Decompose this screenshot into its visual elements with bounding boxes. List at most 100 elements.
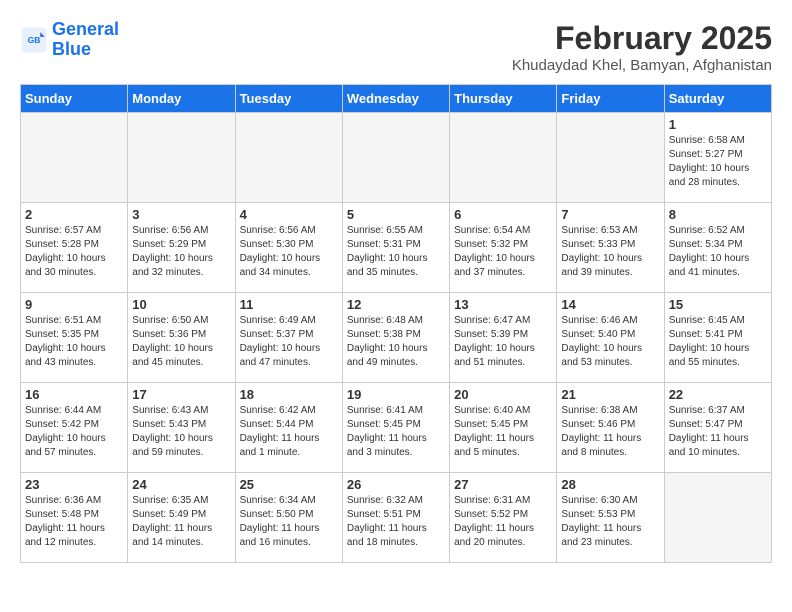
day-info: Sunrise: 6:45 AM Sunset: 5:41 PM Dayligh… [669, 314, 767, 370]
calendar-cell [664, 473, 771, 563]
calendar-header-row: SundayMondayTuesdayWednesdayThursdayFrid… [21, 85, 772, 113]
day-number: 28 [561, 477, 659, 492]
calendar-cell: 13 Sunrise: 6:47 AM Sunset: 5:39 PM Dayli… [450, 293, 557, 383]
day-number: 15 [669, 297, 767, 312]
day-number: 3 [132, 207, 230, 222]
calendar-cell: 11 Sunrise: 6:49 AM Sunset: 5:37 PM Dayli… [235, 293, 342, 383]
day-info: Sunrise: 6:55 AM Sunset: 5:31 PM Dayligh… [347, 224, 445, 280]
calendar-cell: 5 Sunrise: 6:55 AM Sunset: 5:31 PM Daylig… [342, 203, 449, 293]
weekday-header: Sunday [21, 85, 128, 113]
day-number: 4 [240, 207, 338, 222]
calendar-cell: 24 Sunrise: 6:35 AM Sunset: 5:49 PM Dayli… [128, 473, 235, 563]
calendar-cell: 15 Sunrise: 6:45 AM Sunset: 5:41 PM Dayli… [664, 293, 771, 383]
day-number: 20 [454, 387, 552, 402]
calendar-cell [342, 113, 449, 203]
day-number: 26 [347, 477, 445, 492]
calendar-week-row: 16Sunrise: 6:44 AM Sunset: 5:42 PM Dayli… [21, 383, 772, 473]
calendar-cell: 8 Sunrise: 6:52 AM Sunset: 5:34 PM Daylig… [664, 203, 771, 293]
calendar-cell: 28Sunrise: 6:30 AM Sunset: 5:53 PM Dayli… [557, 473, 664, 563]
calendar-cell: 9 Sunrise: 6:51 AM Sunset: 5:35 PM Daylig… [21, 293, 128, 383]
calendar-cell: 3Sunrise: 6:56 AM Sunset: 5:29 PM Daylig… [128, 203, 235, 293]
calendar-week-row: 2 Sunrise: 6:57 AM Sunset: 5:28 PM Daylig… [21, 203, 772, 293]
day-info: Sunrise: 6:57 AM Sunset: 5:28 PM Dayligh… [25, 224, 123, 280]
calendar-cell: 18Sunrise: 6:42 AM Sunset: 5:44 PM Dayli… [235, 383, 342, 473]
day-number: 19 [347, 387, 445, 402]
weekday-header: Tuesday [235, 85, 342, 113]
logo-line1: General [52, 19, 119, 39]
day-number: 25 [240, 477, 338, 492]
day-info: Sunrise: 6:47 AM Sunset: 5:39 PM Dayligh… [454, 314, 552, 370]
weekday-header: Thursday [450, 85, 557, 113]
day-number: 13 [454, 297, 552, 312]
day-number: 2 [25, 207, 123, 222]
calendar-cell [450, 113, 557, 203]
weekday-header: Saturday [664, 85, 771, 113]
day-info: Sunrise: 6:56 AM Sunset: 5:30 PM Dayligh… [240, 224, 338, 280]
day-info: Sunrise: 6:36 AM Sunset: 5:48 PM Dayligh… [25, 494, 123, 550]
calendar-cell [128, 113, 235, 203]
title-block: February 2025 Khudaydad Khel, Bamyan, Af… [512, 20, 772, 74]
day-number: 11 [240, 297, 338, 312]
logo-line2: Blue [52, 39, 91, 59]
day-number: 23 [25, 477, 123, 492]
day-info: Sunrise: 6:38 AM Sunset: 5:46 PM Dayligh… [561, 404, 659, 460]
calendar-cell: 21 Sunrise: 6:38 AM Sunset: 5:46 PM Dayli… [557, 383, 664, 473]
calendar-table: SundayMondayTuesdayWednesdayThursdayFrid… [20, 84, 772, 563]
day-number: 8 [669, 207, 767, 222]
calendar-cell: 20 Sunrise: 6:40 AM Sunset: 5:45 PM Dayli… [450, 383, 557, 473]
day-number: 22 [669, 387, 767, 402]
month-year: February 2025 [512, 20, 772, 57]
day-number: 21 [561, 387, 659, 402]
day-info: Sunrise: 6:35 AM Sunset: 5:49 PM Dayligh… [132, 494, 230, 550]
day-number: 24 [132, 477, 230, 492]
calendar-cell: 16Sunrise: 6:44 AM Sunset: 5:42 PM Dayli… [21, 383, 128, 473]
calendar-cell [235, 113, 342, 203]
svg-text:GB: GB [28, 35, 41, 45]
day-info: Sunrise: 6:43 AM Sunset: 5:43 PM Dayligh… [132, 404, 230, 460]
day-number: 14 [561, 297, 659, 312]
calendar-cell: 6Sunrise: 6:54 AM Sunset: 5:32 PM Daylig… [450, 203, 557, 293]
day-number: 18 [240, 387, 338, 402]
day-number: 27 [454, 477, 552, 492]
calendar-body: 1Sunrise: 6:58 AM Sunset: 5:27 PM Daylig… [21, 113, 772, 563]
calendar-cell [21, 113, 128, 203]
calendar-week-row: 9 Sunrise: 6:51 AM Sunset: 5:35 PM Daylig… [21, 293, 772, 383]
day-number: 10 [132, 297, 230, 312]
calendar-cell: 12 Sunrise: 6:48 AM Sunset: 5:38 PM Dayli… [342, 293, 449, 383]
calendar-cell [557, 113, 664, 203]
day-info: Sunrise: 6:37 AM Sunset: 5:47 PM Dayligh… [669, 404, 767, 460]
logo-icon: GB [20, 26, 48, 54]
day-info: Sunrise: 6:48 AM Sunset: 5:38 PM Dayligh… [347, 314, 445, 370]
day-number: 12 [347, 297, 445, 312]
day-info: Sunrise: 6:58 AM Sunset: 5:27 PM Dayligh… [669, 134, 767, 190]
day-info: Sunrise: 6:52 AM Sunset: 5:34 PM Dayligh… [669, 224, 767, 280]
calendar-cell: 2 Sunrise: 6:57 AM Sunset: 5:28 PM Daylig… [21, 203, 128, 293]
day-info: Sunrise: 6:54 AM Sunset: 5:32 PM Dayligh… [454, 224, 552, 280]
day-info: Sunrise: 6:50 AM Sunset: 5:36 PM Dayligh… [132, 314, 230, 370]
calendar-cell: 23 Sunrise: 6:36 AM Sunset: 5:48 PM Dayli… [21, 473, 128, 563]
day-info: Sunrise: 6:41 AM Sunset: 5:45 PM Dayligh… [347, 404, 445, 460]
day-info: Sunrise: 6:32 AM Sunset: 5:51 PM Dayligh… [347, 494, 445, 550]
calendar-week-row: 1Sunrise: 6:58 AM Sunset: 5:27 PM Daylig… [21, 113, 772, 203]
day-number: 7 [561, 207, 659, 222]
day-info: Sunrise: 6:44 AM Sunset: 5:42 PM Dayligh… [25, 404, 123, 460]
logo: GB General Blue [20, 20, 119, 60]
calendar-cell: 26 Sunrise: 6:32 AM Sunset: 5:51 PM Dayli… [342, 473, 449, 563]
calendar-cell: 1Sunrise: 6:58 AM Sunset: 5:27 PM Daylig… [664, 113, 771, 203]
weekday-header: Wednesday [342, 85, 449, 113]
day-info: Sunrise: 6:49 AM Sunset: 5:37 PM Dayligh… [240, 314, 338, 370]
day-number: 9 [25, 297, 123, 312]
day-info: Sunrise: 6:51 AM Sunset: 5:35 PM Dayligh… [25, 314, 123, 370]
calendar-cell: 4 Sunrise: 6:56 AM Sunset: 5:30 PM Daylig… [235, 203, 342, 293]
header: GB General Blue February 2025 Khudaydad … [20, 20, 772, 74]
day-number: 5 [347, 207, 445, 222]
calendar-cell: 25Sunrise: 6:34 AM Sunset: 5:50 PM Dayli… [235, 473, 342, 563]
day-info: Sunrise: 6:53 AM Sunset: 5:33 PM Dayligh… [561, 224, 659, 280]
calendar-cell: 14Sunrise: 6:46 AM Sunset: 5:40 PM Dayli… [557, 293, 664, 383]
day-info: Sunrise: 6:40 AM Sunset: 5:45 PM Dayligh… [454, 404, 552, 460]
calendar-week-row: 23 Sunrise: 6:36 AM Sunset: 5:48 PM Dayli… [21, 473, 772, 563]
calendar-cell: 7 Sunrise: 6:53 AM Sunset: 5:33 PM Daylig… [557, 203, 664, 293]
location: Khudaydad Khel, Bamyan, Afghanistan [512, 57, 772, 74]
calendar-cell: 27Sunrise: 6:31 AM Sunset: 5:52 PM Dayli… [450, 473, 557, 563]
weekday-header: Monday [128, 85, 235, 113]
